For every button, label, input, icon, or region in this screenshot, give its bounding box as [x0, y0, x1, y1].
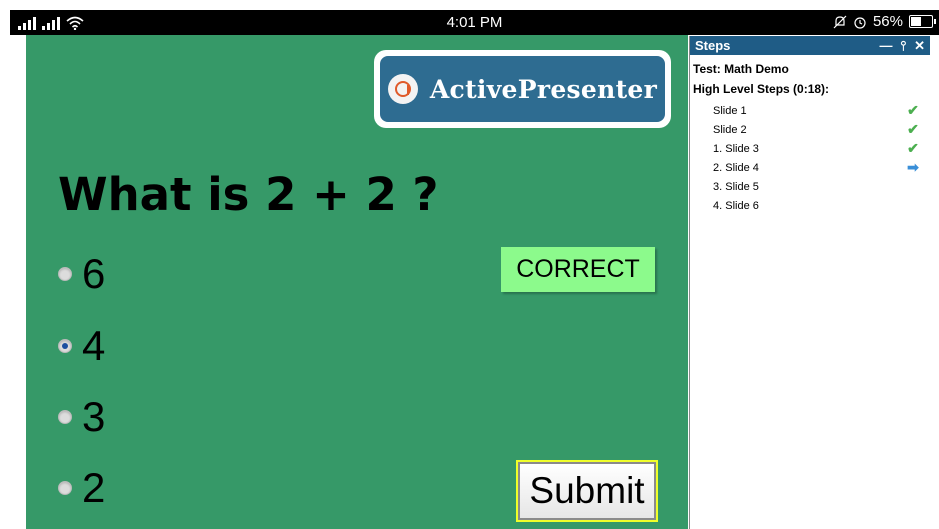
step-label: 1. Slide 3	[713, 142, 759, 155]
step-item[interactable]: 4. Slide 6	[690, 196, 930, 215]
step-item[interactable]: Slide 2 ✔	[690, 120, 930, 139]
radio-button[interactable]	[58, 339, 72, 353]
pin-icon[interactable]: ⫯	[900, 38, 906, 54]
correct-feedback: CORRECT	[501, 247, 655, 292]
step-item[interactable]: 1. Slide 3 ✔	[690, 139, 930, 158]
answer-label: 3	[82, 393, 106, 440]
check-icon: ✔	[907, 102, 919, 118]
question-text: What is 2 + 2 ?	[58, 168, 439, 221]
answer-label: 4	[82, 322, 106, 369]
panel-title: Steps	[695, 38, 731, 53]
radio-button[interactable]	[58, 481, 72, 495]
step-item[interactable]: 2. Slide 4 ➡	[690, 158, 930, 177]
radio-button[interactable]	[58, 267, 72, 281]
close-icon[interactable]: ✕	[914, 38, 925, 54]
answer-option[interactable]: 4	[58, 325, 105, 367]
step-label: 3. Slide 5	[713, 180, 759, 193]
answer-option[interactable]: 2	[58, 467, 105, 509]
check-icon: ✔	[907, 121, 919, 137]
steps-panel: Steps — ⫯ ✕ Test: Math Demo High Level S…	[689, 36, 930, 529]
alarm-icon	[854, 16, 866, 29]
activepresenter-logo-icon	[387, 74, 418, 104]
minimize-icon[interactable]: —	[879, 38, 892, 53]
radio-button[interactable]	[58, 410, 72, 424]
step-label: Slide 1	[713, 104, 747, 117]
answer-option[interactable]: 6	[58, 253, 105, 295]
step-label: 2. Slide 4	[713, 161, 759, 174]
answer-label: 2	[82, 464, 106, 511]
battery-icon	[909, 15, 936, 28]
steps-panel-header: Steps — ⫯ ✕	[690, 36, 930, 55]
answer-label: 6	[82, 250, 106, 297]
status-bar: 4:01 PM 56%	[10, 10, 939, 35]
logo-text: ActivePresenter	[429, 74, 658, 104]
logo: ActivePresenter	[374, 50, 671, 128]
check-icon: ✔	[907, 140, 919, 156]
test-name: Test: Math Demo	[693, 62, 789, 76]
clock: 4:01 PM	[446, 14, 503, 31]
battery-percent: 56%	[872, 13, 903, 30]
status-right: 56%	[833, 13, 936, 30]
answer-option[interactable]: 3	[58, 396, 105, 438]
steps-list: Slide 1 ✔ Slide 2 ✔ 1. Slide 3 ✔ 2. Slid…	[690, 101, 930, 215]
step-label: 4. Slide 6	[713, 199, 759, 212]
notifications-off-icon	[833, 15, 847, 28]
step-item[interactable]: Slide 1 ✔	[690, 101, 930, 120]
step-label: Slide 2	[713, 123, 747, 136]
submit-button[interactable]: Submit	[516, 460, 658, 522]
current-step-arrow-icon: ➡	[907, 159, 919, 175]
slide-canvas: ActivePresenter What is 2 + 2 ? 6 4 3 2 …	[26, 35, 688, 529]
high-level-steps-heading: High Level Steps (0:18):	[693, 82, 830, 96]
submit-label: Submit	[520, 464, 654, 518]
step-item[interactable]: 3. Slide 5	[690, 177, 930, 196]
